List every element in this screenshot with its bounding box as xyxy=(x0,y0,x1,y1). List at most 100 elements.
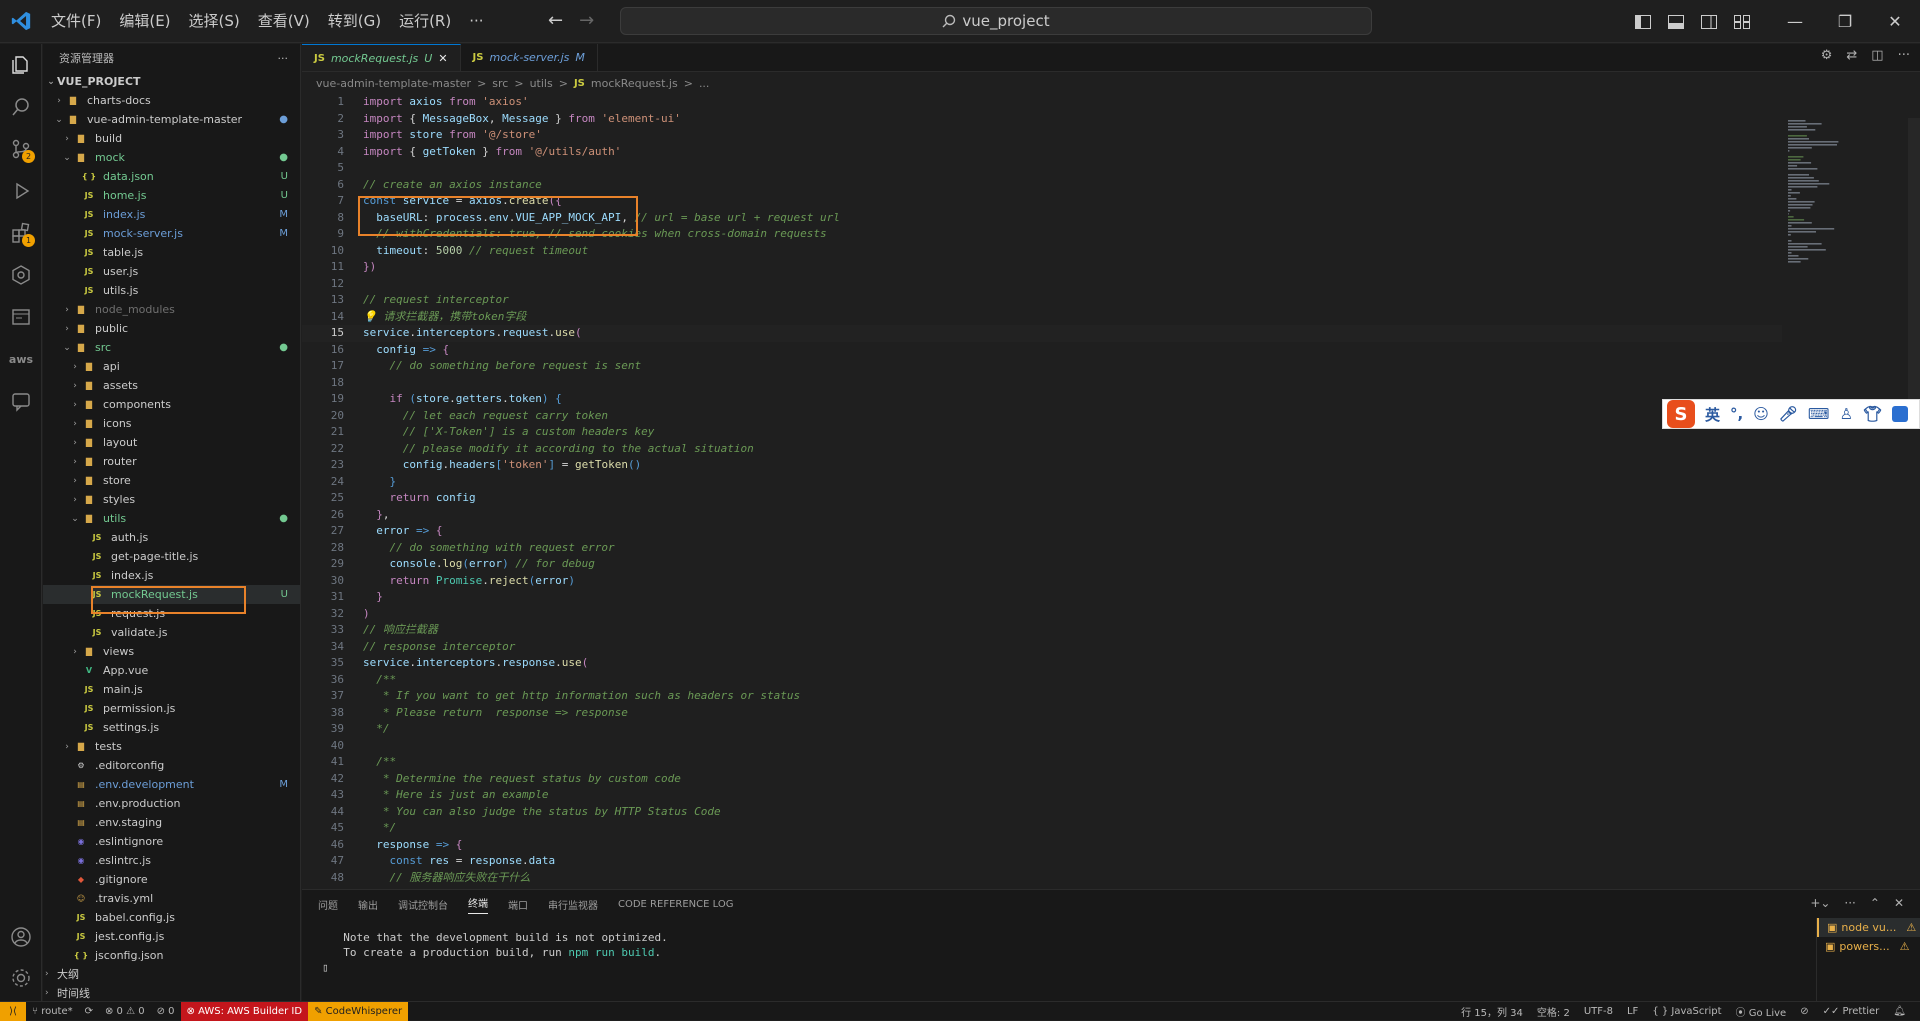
tree-file[interactable]: JS get-page-title.js xyxy=(43,547,300,566)
code-line[interactable]: 29 console.log(error) // for debug xyxy=(302,556,1782,573)
tree-file[interactable]: JS home.js U xyxy=(43,186,300,205)
code-line[interactable]: 20 // let each request carry token xyxy=(302,408,1782,425)
tree-folder[interactable]: › ▇ layout xyxy=(43,433,300,452)
close-panel-icon[interactable]: ✕ xyxy=(1894,896,1904,910)
tree-folder[interactable]: › ▇ store xyxy=(43,471,300,490)
code-line[interactable]: 12 xyxy=(302,276,1782,293)
branch-indicator[interactable]: ⑂ route* xyxy=(26,1002,79,1021)
breadcrumb-item[interactable]: mockRequest.js xyxy=(591,77,678,90)
code-line[interactable]: 43 * Here is just an example xyxy=(302,787,1782,804)
code-line[interactable]: 47 const res = response.data xyxy=(302,853,1782,870)
tree-file[interactable]: { } data.json U xyxy=(43,167,300,186)
code-line[interactable]: 11}) xyxy=(302,259,1782,276)
microphone-icon[interactable]: 🎤︎ xyxy=(1779,405,1798,423)
prettier-status[interactable]: ✓✓ Prettier xyxy=(1817,1002,1886,1021)
ime-punct-label[interactable]: °, xyxy=(1730,405,1743,423)
close-icon[interactable]: ✕ xyxy=(1870,0,1920,43)
notifications-icon[interactable]: 🔔︎ xyxy=(1887,1002,1912,1021)
menu-item[interactable]: 编辑(E) xyxy=(110,0,179,43)
tree-file[interactable]: JS index.js xyxy=(43,566,300,585)
encoding[interactable]: UTF-8 xyxy=(1578,1002,1619,1021)
outline-section[interactable]: › 大纲 xyxy=(43,964,79,983)
code-line[interactable]: 28 // do something with request error xyxy=(302,540,1782,557)
code-line[interactable]: 21 // ['X-Token'] is a custom headers ke… xyxy=(302,424,1782,441)
tree-file[interactable]: ☺ .travis.yml xyxy=(43,889,300,908)
more-actions-icon[interactable]: ··· xyxy=(278,52,289,65)
keyboard-icon[interactable]: ⌨ xyxy=(1808,405,1830,423)
eol[interactable]: LF xyxy=(1621,1002,1644,1021)
code-line[interactable]: 26 }, xyxy=(302,507,1782,524)
monitor-icon[interactable] xyxy=(0,296,42,338)
code-line[interactable]: 36 /** xyxy=(302,672,1782,689)
ime-mode-label[interactable]: 英 xyxy=(1705,404,1720,425)
tree-file[interactable]: ▤ .env.development M xyxy=(43,775,300,794)
code-line[interactable]: 46 response => { xyxy=(302,837,1782,854)
search-icon[interactable] xyxy=(0,86,42,128)
code-line[interactable]: 41 /** xyxy=(302,754,1782,771)
menu-item[interactable]: 查看(V) xyxy=(249,0,319,43)
tree-file[interactable]: JS auth.js xyxy=(43,528,300,547)
terminal-output[interactable]: Note that the development build is not o… xyxy=(302,918,1920,975)
tree-file[interactable]: JS table.js xyxy=(43,243,300,262)
code-line[interactable]: 34 // response interceptor xyxy=(302,639,1782,656)
terminal-instance[interactable]: ▣ powers... ⚠ xyxy=(1817,937,1920,956)
timeline-section[interactable]: › 时间线 xyxy=(43,983,90,1001)
problems-indicator[interactable]: ⊗ 0 ⚠ 0 xyxy=(99,1002,151,1021)
tree-folder[interactable]: › ▇ tests xyxy=(43,737,300,756)
tree-file[interactable]: JS babel.config.js xyxy=(43,908,300,927)
close-tab-icon[interactable]: ✕ xyxy=(438,52,447,65)
tree-folder[interactable]: › ▇ public xyxy=(43,319,300,338)
tree-folder[interactable]: ⌄ ▇ mock ● xyxy=(43,148,300,167)
sync-indicator[interactable]: ⟳ xyxy=(79,1002,99,1021)
panel-tab[interactable]: 输出 xyxy=(358,897,378,912)
breadcrumb-item[interactable]: vue-admin-template-master xyxy=(316,77,471,90)
minimize-icon[interactable]: — xyxy=(1770,0,1820,43)
indentation[interactable]: 空格: 2 xyxy=(1531,1002,1576,1021)
split-editor-icon[interactable]: ◫ xyxy=(1871,48,1883,63)
tree-folder[interactable]: › ▇ build xyxy=(43,129,300,148)
tree-file[interactable]: JS index.js M xyxy=(43,205,300,224)
editor-more-icon[interactable]: ··· xyxy=(1898,48,1910,63)
code-line[interactable]: 2 import { MessageBox, Message } from 'el… xyxy=(302,111,1782,128)
tree-file[interactable]: JS user.js xyxy=(43,262,300,281)
toggle-secondary-sidebar-icon[interactable] xyxy=(1692,0,1725,43)
tree-file[interactable]: ▤ .env.staging xyxy=(43,813,300,832)
tree-file[interactable]: ◆ .gitignore xyxy=(43,870,300,889)
forward-arrow-icon[interactable]: → xyxy=(579,10,594,31)
tree-file[interactable]: JS mock-server.js M xyxy=(43,224,300,243)
code-line[interactable]: 32) xyxy=(302,606,1782,623)
remote-explorer-icon[interactable] xyxy=(0,254,42,296)
copilot-icon[interactable]: ⊘ xyxy=(1794,1002,1814,1021)
code-line[interactable]: 40 xyxy=(302,738,1782,755)
tree-folder[interactable]: › ▇ styles xyxy=(43,490,300,509)
ime-toolbar[interactable]: S 英 °, ☺ 🎤︎ ⌨ ♙ 👕︎ xyxy=(1662,399,1920,429)
compare-icon[interactable]: ⚙ xyxy=(1821,48,1833,63)
cursor-position[interactable]: 行 15，列 34 xyxy=(1455,1002,1529,1021)
account-icon[interactable] xyxy=(0,916,42,958)
emoji-icon[interactable]: ☺ xyxy=(1753,405,1769,423)
tree-file[interactable]: JS main.js xyxy=(43,680,300,699)
tree-file[interactable]: JS permission.js xyxy=(43,699,300,718)
tree-file[interactable]: { } jsconfig.json xyxy=(43,946,300,965)
breadcrumb-item[interactable]: utils xyxy=(530,77,553,90)
tree-file[interactable]: ⚙ .editorconfig xyxy=(43,756,300,775)
breadcrumb-item[interactable]: ... xyxy=(699,77,710,90)
menu-item[interactable]: ··· xyxy=(460,0,492,43)
maximize-panel-icon[interactable]: ⌃ xyxy=(1870,896,1880,910)
ports-indicator[interactable]: ⊘ 0 xyxy=(151,1002,181,1021)
code-line[interactable]: 39 */ xyxy=(302,721,1782,738)
skin-icon[interactable]: 👕︎ xyxy=(1863,405,1882,423)
toolbox-icon[interactable] xyxy=(1892,406,1909,422)
tree-folder[interactable]: › ▇ icons xyxy=(43,414,300,433)
panel-tab[interactable]: CODE REFERENCE LOG xyxy=(618,899,733,910)
code-line[interactable]: 44 * You can also judge the status by HT… xyxy=(302,804,1782,821)
menu-item[interactable]: 运行(R) xyxy=(390,0,460,43)
tree-folder[interactable]: ⌄ ▇ utils ● xyxy=(43,509,300,528)
tree-file[interactable]: JS utils.js xyxy=(43,281,300,300)
tree-folder[interactable]: › ▇ views xyxy=(43,642,300,661)
code-line[interactable]: 13 // request interceptor xyxy=(302,292,1782,309)
editor-tab[interactable]: JS mock-server.js M xyxy=(461,44,598,71)
tree-folder[interactable]: › ▇ router xyxy=(43,452,300,471)
tree-file[interactable]: JS jest.config.js xyxy=(43,927,300,946)
source-control-icon[interactable]: 2 xyxy=(0,128,42,170)
